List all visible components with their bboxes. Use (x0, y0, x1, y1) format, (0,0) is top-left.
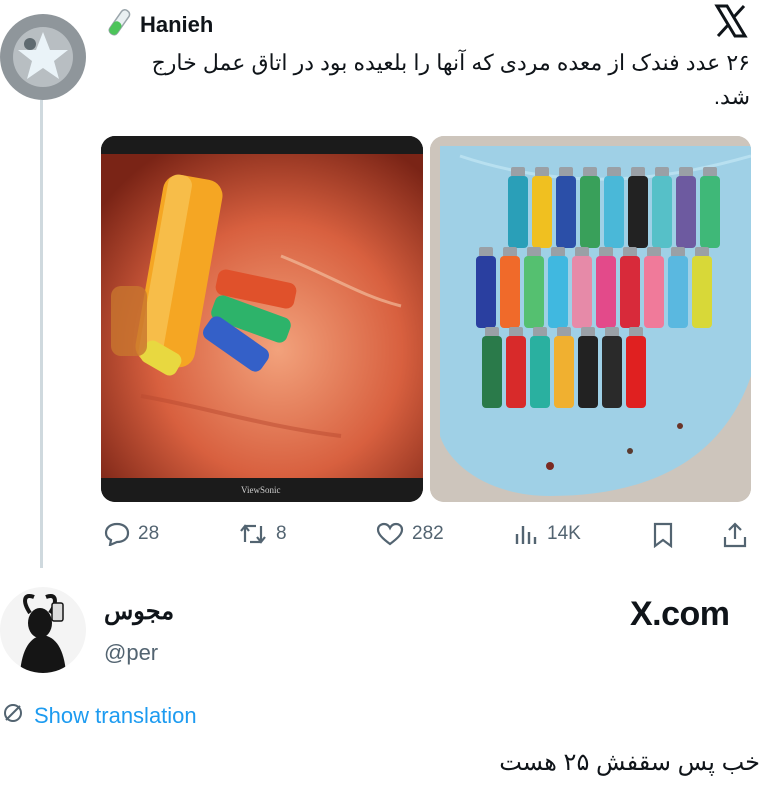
lighter (596, 247, 616, 328)
views-count: 14K (547, 523, 581, 544)
lighter (572, 247, 592, 328)
lighter (620, 247, 640, 328)
lighter (628, 167, 648, 248)
heart-icon (376, 522, 404, 546)
author-name[interactable]: Hanieh (140, 12, 213, 38)
repost-count: 8 (276, 523, 287, 544)
bar-chart-icon (513, 522, 539, 546)
author-row: Hanieh (104, 6, 213, 43)
lighter (578, 327, 598, 408)
thread-line (40, 100, 43, 568)
lighter (604, 167, 624, 248)
lighter (602, 327, 622, 408)
lighter (652, 167, 672, 248)
monitor-brand-label: ViewSonic (241, 485, 281, 495)
like-count: 282 (412, 523, 444, 544)
lighter (476, 247, 496, 328)
reply-handle[interactable]: @per (104, 640, 158, 666)
show-translation-button[interactable]: Show translation (2, 702, 197, 730)
lighter (644, 247, 664, 328)
like-action[interactable]: 282 (376, 522, 444, 546)
lighter (500, 247, 520, 328)
tweet-text: ۲۶ عدد فندک از معده مردی که آنها را بلعی… (151, 50, 750, 109)
translate-icon (2, 702, 24, 730)
repost-icon (238, 522, 268, 546)
share-icon (722, 521, 748, 549)
reply-icon (104, 522, 130, 546)
lighter (530, 327, 550, 408)
author-avatar[interactable] (0, 14, 86, 100)
x-logo-icon[interactable] (713, 4, 749, 43)
media-endoscopy-image[interactable]: ViewSonic (101, 136, 423, 502)
lighter (548, 247, 568, 328)
lighter (482, 327, 502, 408)
lighter (556, 167, 576, 248)
lighter (532, 167, 552, 248)
views-action[interactable]: 14K (513, 522, 581, 546)
lighter (506, 327, 526, 408)
bookmark-action[interactable] (652, 522, 674, 548)
reply-text: خب پس سقفش ۲۵ هست (499, 749, 760, 776)
reply-avatar[interactable] (0, 587, 86, 673)
lighter (700, 167, 720, 248)
repost-action[interactable]: 8 (238, 522, 287, 546)
site-label: X.com (630, 595, 730, 633)
bookmark-icon (652, 522, 674, 548)
lighter (626, 327, 646, 408)
share-action[interactable] (722, 521, 748, 549)
reply-author-name[interactable]: مجوس (104, 597, 174, 626)
lighter (580, 167, 600, 248)
lighter (676, 167, 696, 248)
media-lighters-image[interactable] (430, 136, 751, 502)
reply-action[interactable]: 28 (104, 522, 159, 546)
lighter (554, 327, 574, 408)
show-translation-label: Show translation (34, 703, 197, 728)
lighter (668, 247, 688, 328)
reply-count: 28 (138, 523, 160, 544)
test-tube-icon (104, 6, 134, 43)
lighter (524, 247, 544, 328)
lighter (692, 247, 712, 328)
lighter (508, 167, 528, 248)
